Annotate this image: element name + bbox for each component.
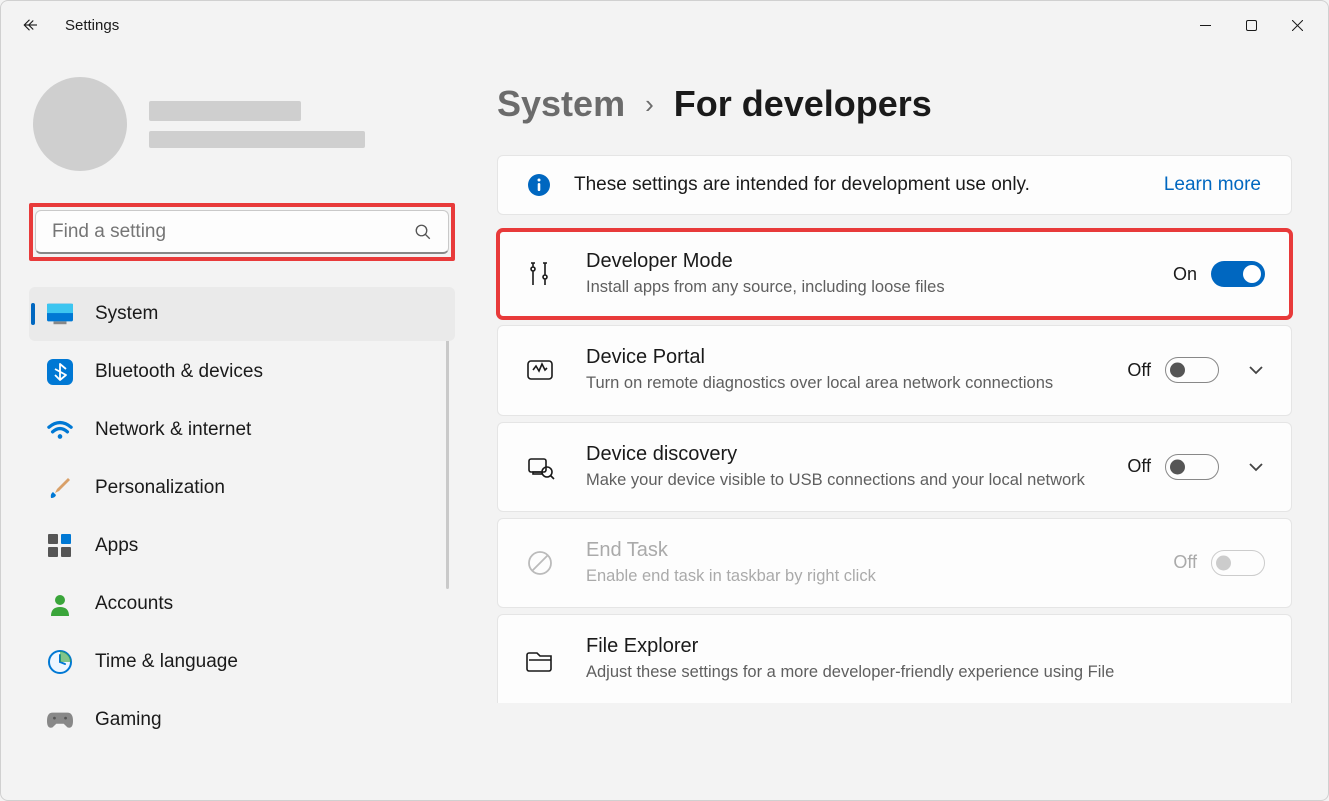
bluetooth-icon xyxy=(47,359,73,385)
setting-title: File Explorer xyxy=(586,635,1265,658)
sidebar-item-apps[interactable]: Apps xyxy=(29,519,455,573)
setting-file-explorer[interactable]: File Explorer Adjust these settings for … xyxy=(497,614,1292,703)
search-box[interactable] xyxy=(35,210,449,254)
sidebar-item-label: System xyxy=(95,303,158,325)
toggle-label: Off xyxy=(1173,552,1197,573)
discovery-icon xyxy=(524,451,556,483)
folder-icon xyxy=(524,643,556,675)
clock-icon xyxy=(47,649,73,675)
device-portal-toggle[interactable] xyxy=(1165,357,1219,383)
sidebar-item-label: Time & language xyxy=(95,651,238,673)
setting-title: Device Portal xyxy=(586,346,1097,369)
developer-mode-toggle[interactable] xyxy=(1211,261,1265,287)
content-area: System › For developers These settings a… xyxy=(467,49,1328,800)
app-title: Settings xyxy=(65,17,119,34)
device-discovery-toggle[interactable] xyxy=(1165,454,1219,480)
setting-title: End Task xyxy=(586,539,1143,562)
breadcrumb: System › For developers xyxy=(497,83,1292,125)
sidebar-item-system[interactable]: System xyxy=(29,287,455,341)
tools-icon xyxy=(524,258,556,290)
sidebar-item-time[interactable]: Time & language xyxy=(29,635,455,689)
search-icon xyxy=(414,223,432,241)
setting-description: Enable end task in taskbar by right clic… xyxy=(586,565,1143,587)
learn-more-link[interactable]: Learn more xyxy=(1164,174,1261,196)
user-profile[interactable] xyxy=(33,77,455,171)
portal-icon xyxy=(524,354,556,386)
page-title: For developers xyxy=(674,83,932,125)
sidebar-item-label: Network & internet xyxy=(95,419,251,441)
sidebar-item-label: Accounts xyxy=(95,593,173,615)
close-button[interactable] xyxy=(1274,9,1320,41)
setting-title: Device discovery xyxy=(586,443,1097,466)
info-icon xyxy=(528,174,550,196)
block-icon xyxy=(524,547,556,579)
nav-list: System Bluetooth & devices Network & int… xyxy=(29,287,455,747)
brush-icon xyxy=(47,475,73,501)
avatar xyxy=(33,77,127,171)
sidebar-item-network[interactable]: Network & internet xyxy=(29,403,455,457)
chevron-down-icon[interactable] xyxy=(1247,361,1265,379)
system-icon xyxy=(47,301,73,327)
minimize-button[interactable] xyxy=(1182,9,1228,41)
sidebar-item-label: Bluetooth & devices xyxy=(95,361,263,383)
setting-device-portal[interactable]: Device Portal Turn on remote diagnostics… xyxy=(497,325,1292,415)
toggle-label: Off xyxy=(1127,456,1151,477)
setting-description: Install apps from any source, including … xyxy=(586,276,1143,298)
apps-icon xyxy=(47,533,73,559)
sidebar-item-personalization[interactable]: Personalization xyxy=(29,461,455,515)
person-icon xyxy=(47,591,73,617)
chevron-right-icon: › xyxy=(645,89,654,120)
sidebar-item-label: Personalization xyxy=(95,477,225,499)
info-text: These settings are intended for developm… xyxy=(574,174,1140,196)
chevron-down-icon[interactable] xyxy=(1247,458,1265,476)
sidebar-item-accounts[interactable]: Accounts xyxy=(29,577,455,631)
sidebar-item-label: Gaming xyxy=(95,709,162,731)
end-task-toggle xyxy=(1211,550,1265,576)
setting-description: Make your device visible to USB connecti… xyxy=(586,469,1097,491)
search-input[interactable] xyxy=(52,221,404,243)
info-banner: These settings are intended for developm… xyxy=(497,155,1292,215)
search-highlight xyxy=(29,203,455,261)
maximize-button[interactable] xyxy=(1228,9,1274,41)
sidebar-item-bluetooth[interactable]: Bluetooth & devices xyxy=(29,345,455,399)
sidebar: System Bluetooth & devices Network & int… xyxy=(1,49,467,800)
breadcrumb-parent[interactable]: System xyxy=(497,83,625,125)
titlebar: Settings xyxy=(1,1,1328,49)
setting-device-discovery[interactable]: Device discovery Make your device visibl… xyxy=(497,422,1292,512)
setting-end-task: End Task Enable end task in taskbar by r… xyxy=(497,518,1292,608)
setting-description: Adjust these settings for a more develop… xyxy=(586,661,1265,683)
toggle-label: On xyxy=(1173,264,1197,285)
wifi-icon xyxy=(47,417,73,443)
back-button[interactable] xyxy=(21,15,41,35)
gamepad-icon xyxy=(47,707,73,733)
profile-info xyxy=(149,101,365,148)
setting-description: Turn on remote diagnostics over local ar… xyxy=(586,372,1097,394)
setting-developer-mode: Developer Mode Install apps from any sou… xyxy=(497,229,1292,319)
setting-title: Developer Mode xyxy=(586,250,1143,273)
sidebar-item-label: Apps xyxy=(95,535,138,557)
toggle-label: Off xyxy=(1127,360,1151,381)
sidebar-item-gaming[interactable]: Gaming xyxy=(29,693,455,747)
